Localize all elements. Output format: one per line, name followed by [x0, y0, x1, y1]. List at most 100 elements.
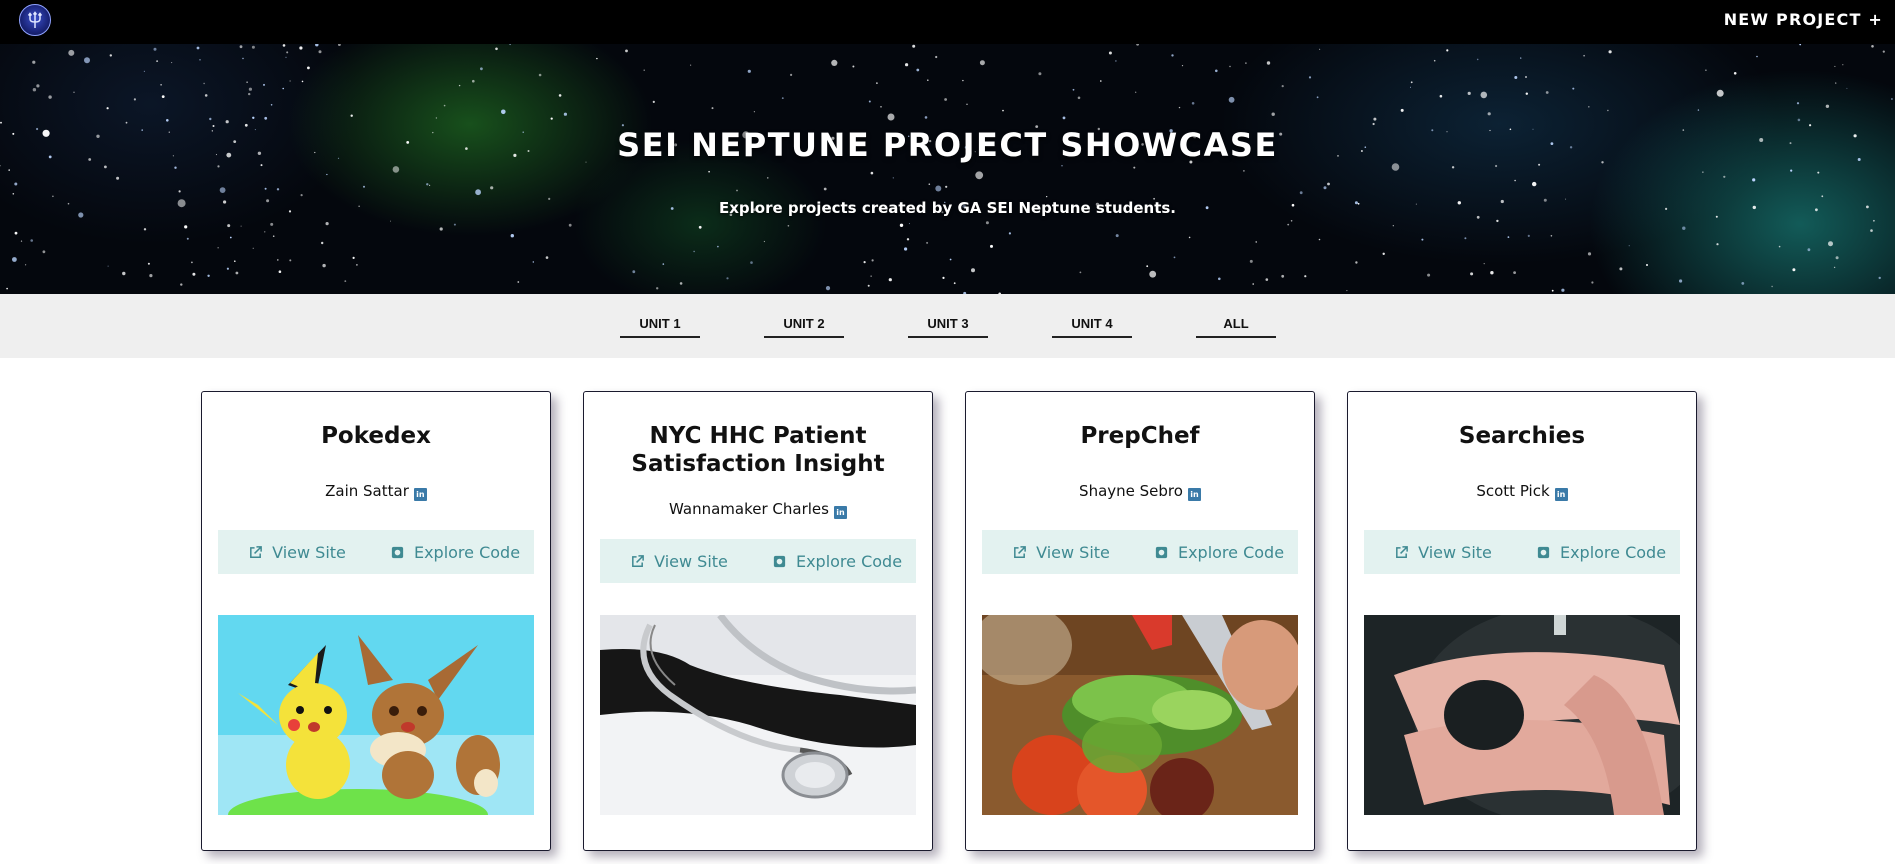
- star: [217, 247, 219, 249]
- filter-unit-3[interactable]: UNIT 3: [908, 316, 988, 338]
- star: [149, 274, 153, 278]
- linkedin-icon[interactable]: in: [413, 488, 427, 501]
- filter-unit-2[interactable]: UNIT 2: [764, 316, 844, 338]
- view-site-button[interactable]: View Site: [1364, 530, 1522, 574]
- project-actions: View Site Explore Code: [1364, 530, 1680, 574]
- explore-code-button[interactable]: Explore Code: [1522, 530, 1680, 574]
- star: [690, 64, 692, 66]
- linkedin-icon[interactable]: in: [833, 506, 847, 519]
- star: [825, 286, 831, 291]
- project-card: Pokedex Zain Sattar in View Site Explore …: [201, 391, 551, 851]
- star: [753, 111, 755, 113]
- star: [178, 190, 181, 193]
- author-name: Shayne Sebro: [1079, 482, 1183, 500]
- star: [1520, 57, 1522, 59]
- star: [708, 170, 710, 173]
- explore-code-label: Explore Code: [795, 551, 903, 571]
- star: [235, 271, 239, 275]
- star: [307, 66, 310, 70]
- star: [1382, 252, 1385, 255]
- star: [867, 284, 870, 287]
- star: [490, 186, 494, 190]
- project-title: NYC HHC Patient Satisfaction Insight: [584, 422, 932, 478]
- star: [1433, 59, 1436, 62]
- star: [1178, 106, 1181, 109]
- star: [966, 103, 968, 105]
- star: [1527, 234, 1530, 237]
- view-site-button[interactable]: View Site: [218, 530, 376, 574]
- star: [1807, 248, 1811, 252]
- star: [260, 164, 263, 167]
- star: [191, 261, 193, 264]
- project-card: NYC HHC Patient Satisfaction Insight Wan…: [583, 391, 933, 851]
- star: [109, 54, 113, 57]
- star: [1771, 285, 1773, 288]
- page-title: SEI NEPTUNE PROJECT SHOWCASE: [617, 126, 1278, 164]
- star: [1507, 236, 1510, 239]
- star: [242, 57, 244, 60]
- explore-code-label: Explore Code: [413, 542, 521, 562]
- star: [325, 222, 329, 226]
- star: [229, 236, 232, 239]
- external-link-icon: [1014, 545, 1026, 558]
- star: [106, 107, 109, 110]
- project-title: PrepChef: [1080, 423, 1200, 449]
- star: [174, 166, 177, 169]
- star: [1215, 69, 1218, 73]
- star: [1281, 85, 1284, 88]
- star: [656, 287, 659, 290]
- linkedin-icon[interactable]: in: [1187, 488, 1201, 501]
- star: [905, 63, 909, 67]
- logo-icon[interactable]: [19, 4, 51, 36]
- star: [550, 117, 553, 120]
- star: [1451, 166, 1455, 169]
- star: [863, 261, 866, 264]
- explore-code-button[interactable]: Explore Code: [1140, 530, 1298, 574]
- new-project-button[interactable]: NEW PROJECT +: [1724, 10, 1883, 29]
- star: [1561, 288, 1565, 292]
- star: [906, 238, 910, 241]
- star: [160, 84, 162, 86]
- explore-code-label: Explore Code: [1559, 542, 1667, 562]
- hero-banner: SEI NEPTUNE PROJECT SHOWCASE Explore pro…: [0, 44, 1895, 294]
- star: [299, 46, 303, 50]
- star: [1323, 186, 1327, 190]
- star: [1532, 181, 1537, 187]
- filter-unit-4[interactable]: UNIT 4: [1052, 316, 1132, 338]
- star: [831, 59, 838, 66]
- star: [880, 106, 882, 108]
- star: [1723, 175, 1726, 178]
- filter-all[interactable]: ALL: [1196, 316, 1276, 338]
- star: [219, 187, 226, 194]
- star: [1173, 256, 1176, 259]
- star: [1628, 245, 1630, 247]
- star: [1619, 267, 1623, 271]
- view-site-button[interactable]: View Site: [600, 539, 758, 583]
- star: [926, 241, 929, 244]
- star: [1299, 191, 1303, 195]
- star: [1778, 245, 1781, 248]
- explore-code-button[interactable]: Explore Code: [376, 530, 534, 574]
- star: [133, 98, 136, 101]
- star: [662, 263, 665, 265]
- star: [1100, 80, 1102, 82]
- star: [1572, 87, 1575, 90]
- star: [1308, 76, 1312, 79]
- view-site-button[interactable]: View Site: [982, 530, 1140, 574]
- star: [1470, 272, 1474, 276]
- star: [1171, 54, 1174, 57]
- star: [763, 240, 766, 243]
- star: [225, 120, 229, 124]
- filter-unit-1[interactable]: UNIT 1: [620, 316, 700, 338]
- star: [558, 94, 562, 97]
- star: [1008, 232, 1012, 235]
- project-author: Scott Pick in: [1348, 482, 1696, 501]
- star: [945, 185, 948, 188]
- star: [25, 264, 27, 266]
- star: [1115, 60, 1117, 62]
- star: [278, 270, 282, 273]
- star: [1249, 259, 1253, 263]
- star: [979, 60, 985, 66]
- explore-code-button[interactable]: Explore Code: [758, 539, 916, 583]
- linkedin-icon[interactable]: in: [1554, 488, 1568, 501]
